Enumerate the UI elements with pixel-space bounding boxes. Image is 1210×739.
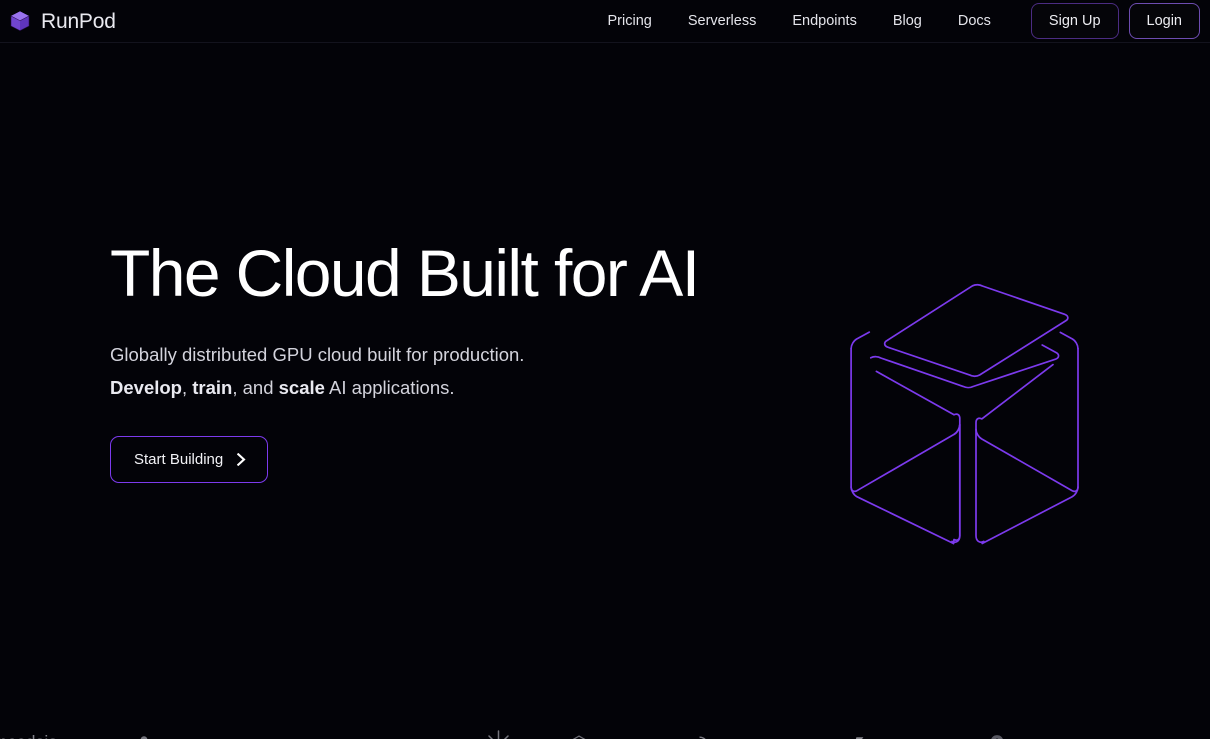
aftershoot-mark-icon (688, 734, 711, 739)
brand-name: RunPod (41, 9, 116, 33)
logo-opencv[interactable]: OpenCV (984, 726, 1010, 739)
logo-fencedojo-text: fence (0, 732, 26, 739)
hero-sep-2: , and (232, 377, 279, 399)
nav-link-blog[interactable]: Blog (875, 8, 940, 35)
logo-fencedojo-text-light: dojo (26, 732, 58, 739)
top-navigation-bar: RunPod Pricing Serverless Endpoints Blog… (0, 0, 1210, 43)
logo-krnl[interactable]: KRNL (853, 726, 929, 739)
hero-subtitle: Globally distributed GPU cloud built for… (110, 338, 810, 404)
logo-otovo[interactable]: OTOVO (411, 726, 512, 739)
hero-emphasis-train: train (192, 377, 233, 399)
hexagon-icon (568, 734, 590, 739)
opencv-mark-icon (984, 733, 1010, 739)
sun-sparkle-icon (486, 729, 512, 739)
hero-subtitle-tail: AI applications. (324, 377, 455, 399)
partner-logo-marquee: fencedojo ce for everyone (0, 720, 1210, 739)
cube-icon (8, 9, 32, 33)
hero-section: The Cloud Built for AI Globally distribu… (0, 43, 1210, 739)
nav-link-endpoints[interactable]: Endpoints (774, 8, 875, 35)
logo-aftershoot[interactable]: aftershoot (688, 726, 797, 739)
krnl-mark-icon (853, 735, 871, 739)
nav-link-pricing[interactable]: Pricing (590, 8, 670, 35)
hero-emphasis-scale: scale (278, 377, 325, 399)
hero-sep-1: , (181, 377, 193, 399)
page-title: The Cloud Built for AI (110, 236, 700, 310)
logo-replika[interactable]: Replika (1066, 726, 1128, 739)
login-button[interactable]: Login (1128, 2, 1200, 40)
nav-link-docs[interactable]: Docs (940, 8, 1009, 35)
sign-up-button[interactable]: Sign Up (1030, 2, 1119, 40)
logo-fencedojo[interactable]: fencedojo ce for everyone (0, 726, 65, 739)
start-building-label: Start Building (134, 451, 224, 469)
brand-logo-link[interactable]: RunPod (8, 9, 116, 33)
start-building-button[interactable]: Start Building (110, 436, 269, 484)
logo-defined-ai[interactable]: DEFINED.AI (237, 726, 356, 739)
hero-subtitle-line-1: Globally distributed GPU cloud built for… (110, 344, 525, 366)
logo-abzu[interactable]: abzu (568, 726, 632, 739)
logo-jina[interactable] (121, 726, 181, 739)
isometric-cube-outline-graphic (832, 271, 1097, 556)
hero-copy: The Cloud Built for AI Globally distribu… (110, 236, 810, 484)
nav-links: Pricing Serverless Endpoints Blog Docs (590, 8, 1009, 35)
chevron-right-icon (237, 453, 246, 467)
nav-actions: Sign Up Login (1030, 2, 1200, 40)
hero-emphasis-develop: Develop (110, 377, 182, 399)
nav-link-serverless[interactable]: Serverless (670, 8, 775, 35)
